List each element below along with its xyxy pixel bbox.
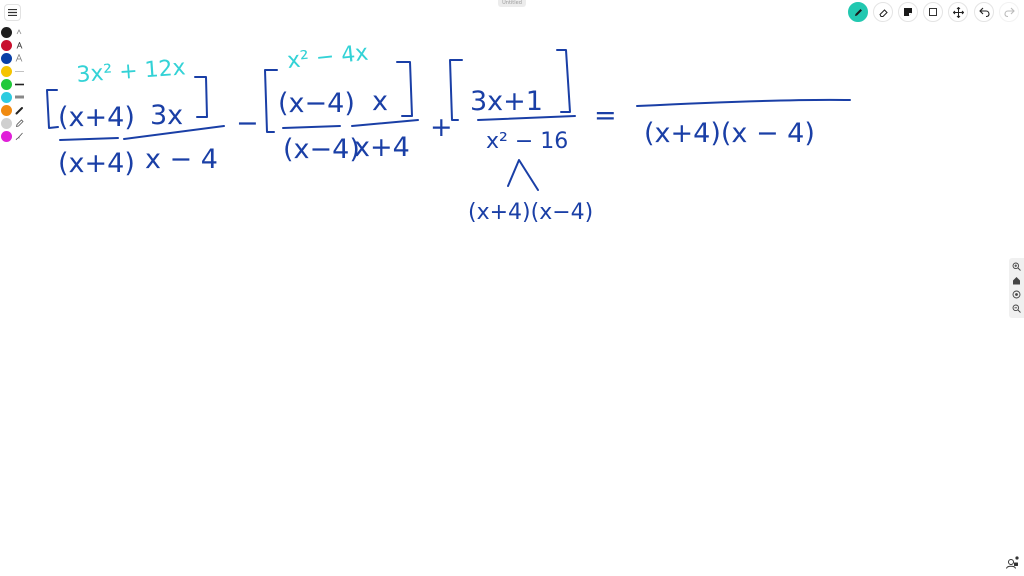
term2-fraction-bar [351, 119, 419, 127]
right-bracket [396, 61, 413, 117]
term2-fraction-bar-left [282, 125, 341, 129]
term3-denominator: x² − 16 [486, 129, 568, 154]
right-bracket [556, 49, 571, 113]
term1-fraction-bar-left [59, 137, 119, 141]
equals-sign: = [594, 100, 617, 131]
term1-numerator: 3x [150, 100, 183, 131]
result-denominator: (x+4)(x − 4) [644, 118, 815, 149]
term1-factor-denominator: (x+4) [58, 148, 135, 179]
term3-factored-denominator: (x+4)(x−4) [468, 200, 593, 225]
left-bracket [46, 89, 59, 129]
term2-factor-denominator: (x−4) [283, 134, 360, 165]
plus-operator: + [430, 112, 453, 143]
term2-bracket-numerator: (x−4) [278, 88, 355, 119]
term-2: (x−4) x (x−4) x+4 x² − 4x [264, 41, 419, 165]
term2-denominator: x+4 [354, 132, 410, 163]
term2-annotation: x² − 4x [286, 41, 369, 74]
term1-denominator: x − 4 [145, 144, 218, 175]
user-icon [1006, 556, 1019, 569]
term1-annotation: 3x² + 12x [76, 55, 187, 88]
term2-numerator: x [372, 86, 388, 117]
term-3: 3x+1 x² − 16 (x+4)(x−4) [449, 49, 593, 225]
factor-arrow [507, 159, 539, 191]
minus-operator: − [236, 108, 259, 139]
participants-button[interactable] [1003, 554, 1021, 572]
right-bracket [194, 76, 208, 118]
term1-bracket-numerator: (x+4) [58, 102, 135, 133]
term-1: (x+4) 3x (x+4) x − 4 3x² + 12x [46, 55, 225, 179]
result: (x+4)(x − 4) [636, 98, 851, 149]
term3-numerator: 3x+1 [470, 86, 543, 117]
whiteboard-canvas[interactable]: (x+4) 3x (x+4) x − 4 3x² + 12x − (x−4) x… [0, 0, 1024, 576]
left-bracket [449, 59, 463, 121]
result-fraction-bar [636, 98, 851, 107]
left-bracket [264, 69, 278, 133]
